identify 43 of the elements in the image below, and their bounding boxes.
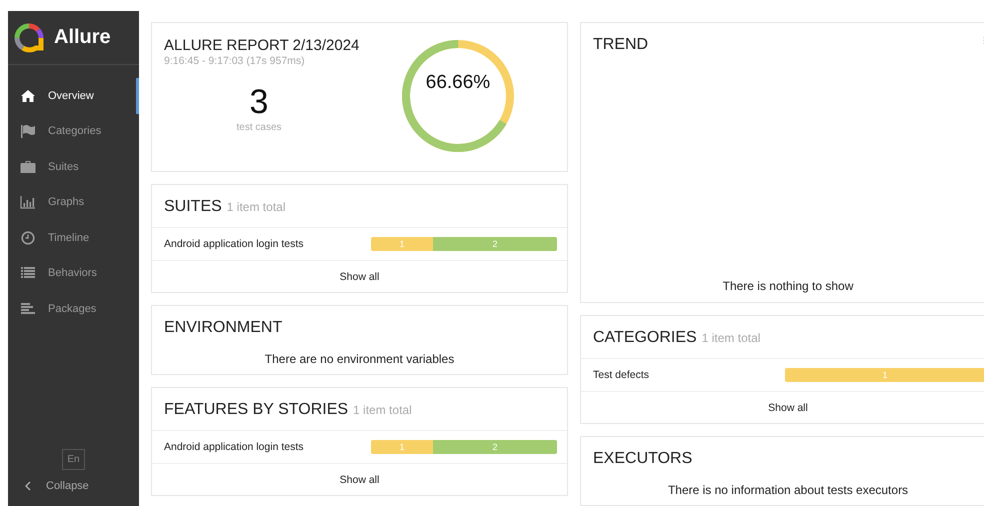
nav-item[interactable]: Graphs xyxy=(8,184,139,220)
collapse-button[interactable]: Collapse xyxy=(8,480,89,492)
clock-icon xyxy=(20,230,36,245)
flag-icon xyxy=(20,124,36,138)
item-total: 1 item total xyxy=(702,331,760,345)
table-row[interactable]: Test defects 1 xyxy=(581,359,984,392)
show-all-link[interactable]: Show all xyxy=(581,392,984,423)
show-all-link[interactable]: Show all xyxy=(152,261,567,292)
app-name: Allure xyxy=(54,26,111,49)
nav-item[interactable]: Packages xyxy=(8,291,139,326)
nav-item[interactable]: Overview xyxy=(8,78,139,114)
nav-item[interactable]: Suites xyxy=(8,149,139,184)
widget-title: EXECUTORS xyxy=(593,450,692,468)
align-left-icon xyxy=(20,302,36,316)
pass-rate: 66.66% xyxy=(424,72,492,94)
logo-icon xyxy=(14,22,44,52)
nav-item[interactable]: Behaviors xyxy=(8,256,139,291)
chevron-left-icon xyxy=(24,481,32,491)
count-label: test cases xyxy=(236,122,282,133)
row-name: Test defects xyxy=(593,369,650,381)
test-count: 3 xyxy=(250,83,268,122)
item-total: 1 item total xyxy=(226,200,286,214)
item-total: 1 item total xyxy=(353,403,412,417)
show-all-link[interactable]: Show all xyxy=(152,464,567,495)
empty-message: There are no environment variables xyxy=(264,351,456,368)
report-title: ALLURE REPORT 2/13/2024 xyxy=(164,37,360,54)
widget-title: CATEGORIES xyxy=(593,329,697,347)
empty-message: There is no information about tests executors xyxy=(666,482,910,499)
row-name: Android application login tests xyxy=(164,441,305,453)
language-button[interactable]: En xyxy=(62,449,85,470)
empty-message: There is nothing to show xyxy=(722,278,854,295)
nav-item[interactable]: Timeline xyxy=(8,220,139,256)
widget-title: FEATURES BY STORIES xyxy=(164,401,348,419)
report-time: 9:16:45 - 9:17:03 (17s 957ms) xyxy=(164,55,306,67)
widget-title: SUITES xyxy=(164,198,222,216)
home-icon xyxy=(20,88,36,103)
widget-title: ENVIRONMENT xyxy=(164,319,282,337)
bar-chart-icon xyxy=(20,195,36,210)
row-name: Android application login tests xyxy=(164,238,305,250)
nav-item[interactable]: Categories xyxy=(8,114,139,149)
widget-title: TREND xyxy=(593,36,648,54)
briefcase-icon xyxy=(20,160,36,174)
list-icon xyxy=(20,266,36,280)
